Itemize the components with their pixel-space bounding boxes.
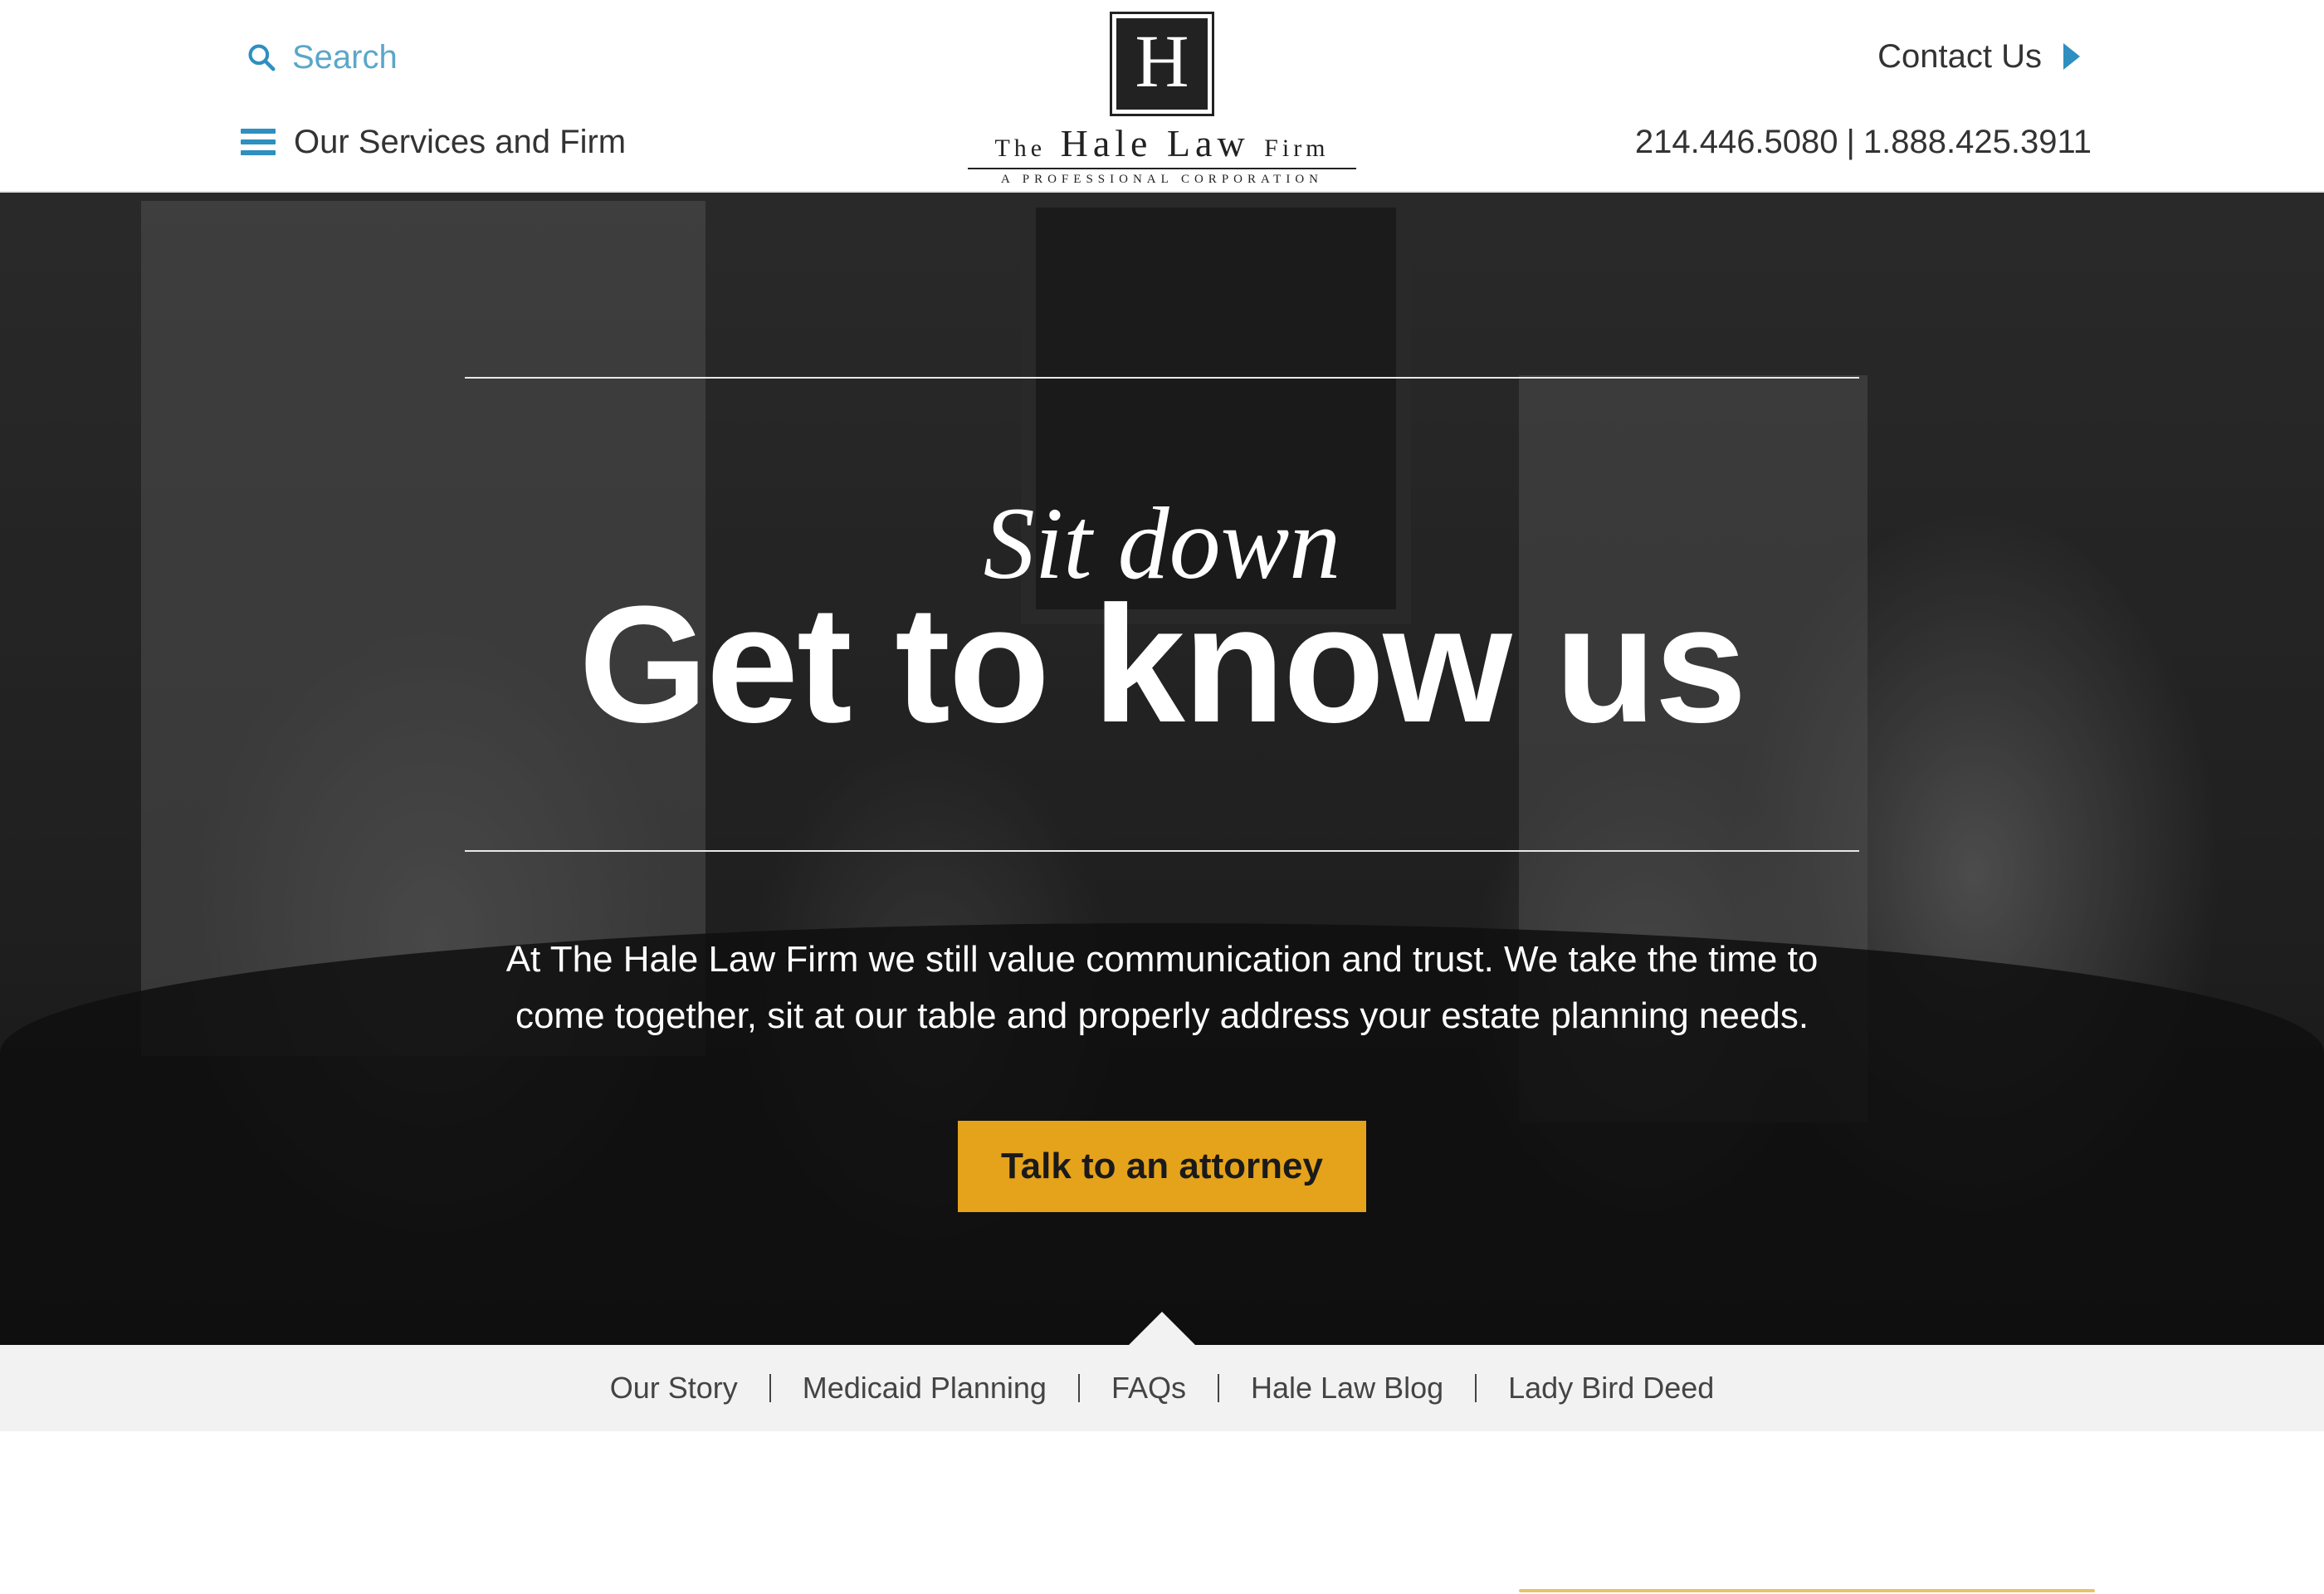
search-link[interactable]: Search [246,37,398,78]
subnav-item-faqs[interactable]: FAQs [1080,1373,1219,1403]
phone-local[interactable]: 214.446.5080 [1635,124,1838,161]
site-header: Search Our Services and Firm H The Hale … [0,0,2324,193]
contact-us-link[interactable]: Contact Us [1877,33,2080,80]
logo-monogram-box: H [1110,12,1214,116]
phone-tollfree[interactable]: 1.888.425.3911 [1863,124,2092,161]
talk-to-attorney-button[interactable]: Talk to an attorney [958,1121,1366,1212]
logo-rule [968,168,1356,169]
services-menu-button[interactable]: Our Services and Firm [241,121,626,163]
logo-monogram: H [1116,18,1208,110]
search-icon [248,44,276,71]
logo-wordmark: The Hale Law Firm [959,121,1365,165]
secondary-nav: Our Story Medicaid Planning FAQs Hale La… [0,1345,2324,1431]
hamburger-menu-icon [241,129,276,155]
content-card-top-border [1519,1589,2095,1592]
play-arrow-icon [2063,43,2080,70]
search-label: Search [292,38,398,76]
logo-subtitle: A PROFESSIONAL CORPORATION [1001,173,1323,186]
phone-separator: | [1846,123,1855,160]
hero-headline: Get to know us [579,572,1746,757]
subnav-item-hale-law-blog[interactable]: Hale Law Blog [1219,1373,1477,1403]
logo-firm: Firm [1264,134,1330,162]
hero-description: At The Hale Law Firm we still value comm… [505,939,1819,1036]
subnav-item-medicaid-planning[interactable]: Medicaid Planning [771,1373,1080,1403]
hero-notch [1129,1312,1195,1345]
logo-main-name: Hale Law [1060,122,1250,164]
services-menu-label: Our Services and Firm [294,123,627,160]
hero-top-rule [465,377,1859,379]
phone-numbers: 214.446.5080 | 1.888.425.3911 [1635,121,2092,163]
logo-the: The [994,134,1047,162]
site-logo[interactable]: H The Hale Law Firm A PROFESSIONAL CORPO… [959,12,1365,186]
hero-bottom-rule [465,850,1859,852]
contact-us-label: Contact Us [1877,37,2042,75]
subnav-item-lady-bird-deed[interactable]: Lady Bird Deed [1477,1373,1745,1403]
hero-banner: Sit down Get to know us At The Hale Law … [0,193,2324,1345]
subnav-item-our-story[interactable]: Our Story [579,1373,771,1403]
